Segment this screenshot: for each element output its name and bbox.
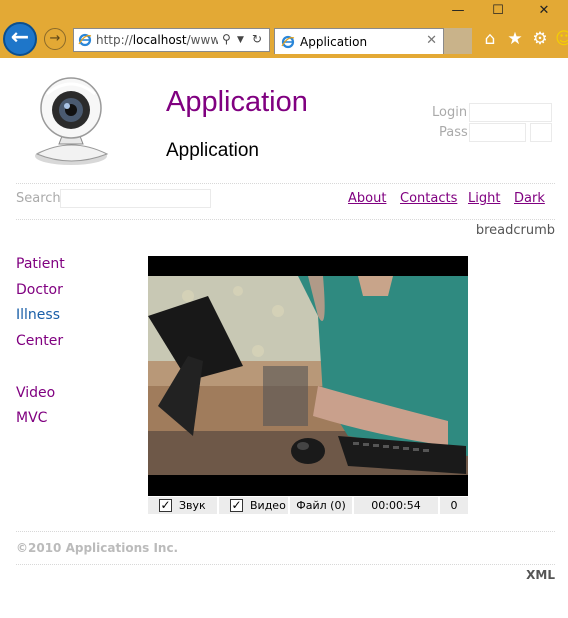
settings-gear-icon[interactable]: ⚙: [530, 29, 550, 49]
divider: [16, 564, 555, 565]
home-icon[interactable]: ⌂: [480, 29, 500, 49]
refresh-icon[interactable]: ↻: [252, 32, 262, 46]
login-submit-button[interactable]: [530, 123, 552, 142]
webcam-logo-icon: [35, 77, 109, 165]
nav-link-light[interactable]: Light: [468, 191, 500, 206]
sound-toggle[interactable]: ✓ Звук: [148, 497, 217, 514]
password-input[interactable]: [469, 123, 526, 142]
tab-title: Application: [300, 35, 368, 49]
dropdown-icon[interactable]: ▼: [237, 35, 244, 45]
minimize-icon[interactable]: —: [448, 3, 468, 19]
frame-count: 0: [440, 497, 468, 514]
title-bar: — ☐ ✕: [0, 0, 568, 22]
divider: [16, 183, 555, 184]
url-rest: /www/...: [186, 33, 218, 47]
xml-link[interactable]: XML: [526, 568, 555, 582]
forward-button[interactable]: →: [44, 28, 66, 50]
browser-tab[interactable]: Application ✕: [274, 28, 444, 54]
video-toggle[interactable]: ✓ Видео: [219, 497, 288, 514]
sidebar-item-doctor[interactable]: Doctor: [16, 282, 63, 298]
nav-link-about[interactable]: About: [348, 191, 386, 206]
url-host: localhost: [132, 33, 187, 47]
file-button[interactable]: Файл (0): [290, 497, 352, 514]
sound-checkbox[interactable]: ✓: [159, 499, 172, 512]
video-controls: ✓ Звук ✓ Видео Файл (0) 00:00:54 0: [148, 497, 468, 514]
app-subtitle: Application: [166, 140, 259, 161]
elapsed-time: 00:00:54: [354, 497, 438, 514]
close-tab-icon[interactable]: ✕: [426, 33, 437, 48]
forward-arrow-icon: →: [49, 31, 61, 46]
breadcrumb: breadcrumb: [475, 223, 555, 238]
address-url[interactable]: http://localhost/www/...: [96, 33, 218, 47]
close-window-icon[interactable]: ✕: [534, 3, 554, 19]
video-label: Видео: [250, 499, 286, 512]
pass-label: Pass: [439, 125, 468, 140]
video-frame-image: [148, 256, 468, 496]
maximize-icon[interactable]: ☐: [488, 3, 508, 19]
sound-label: Звук: [179, 499, 206, 512]
favorites-star-icon[interactable]: ★: [505, 29, 525, 49]
sidebar-item-mvc[interactable]: MVC: [16, 410, 47, 426]
new-tab-button[interactable]: [444, 28, 472, 54]
address-bar[interactable]: http://localhost/www/... ⚲ ▼ ↻: [73, 28, 270, 52]
browser-chrome: — ☐ ✕ ← → http://localhost/www/... ⚲ ▼ ↻…: [0, 0, 568, 58]
video-checkbox[interactable]: ✓: [230, 499, 243, 512]
search-input[interactable]: [60, 189, 211, 208]
search-label: Search: [16, 191, 61, 206]
sidebar-item-center[interactable]: Center: [16, 333, 63, 349]
url-prefix: http://: [96, 33, 133, 47]
nav-link-contacts[interactable]: Contacts: [400, 191, 457, 206]
ie-logo-icon: [281, 35, 295, 49]
search-icon[interactable]: ⚲: [222, 32, 231, 46]
login-input[interactable]: [469, 103, 552, 122]
app-title: Application: [166, 86, 308, 118]
sidebar-item-patient[interactable]: Patient: [16, 256, 65, 272]
web-page: Application Application Login Pass Searc…: [1, 58, 567, 616]
smiley-feedback-icon[interactable]: ☺: [554, 29, 568, 49]
nav-link-dark[interactable]: Dark: [514, 191, 545, 206]
divider: [16, 219, 555, 220]
back-button[interactable]: ←: [3, 22, 37, 56]
sidebar-item-video[interactable]: Video: [16, 385, 55, 401]
back-arrow-icon: ←: [10, 25, 30, 50]
copyright-text: ©2010 Applications Inc.: [16, 541, 179, 555]
sidebar-item-illness[interactable]: Illness: [16, 307, 60, 323]
webcam-video[interactable]: [148, 256, 468, 496]
divider: [16, 531, 555, 532]
ie-logo-icon: [78, 33, 92, 47]
login-label: Login: [432, 105, 468, 120]
